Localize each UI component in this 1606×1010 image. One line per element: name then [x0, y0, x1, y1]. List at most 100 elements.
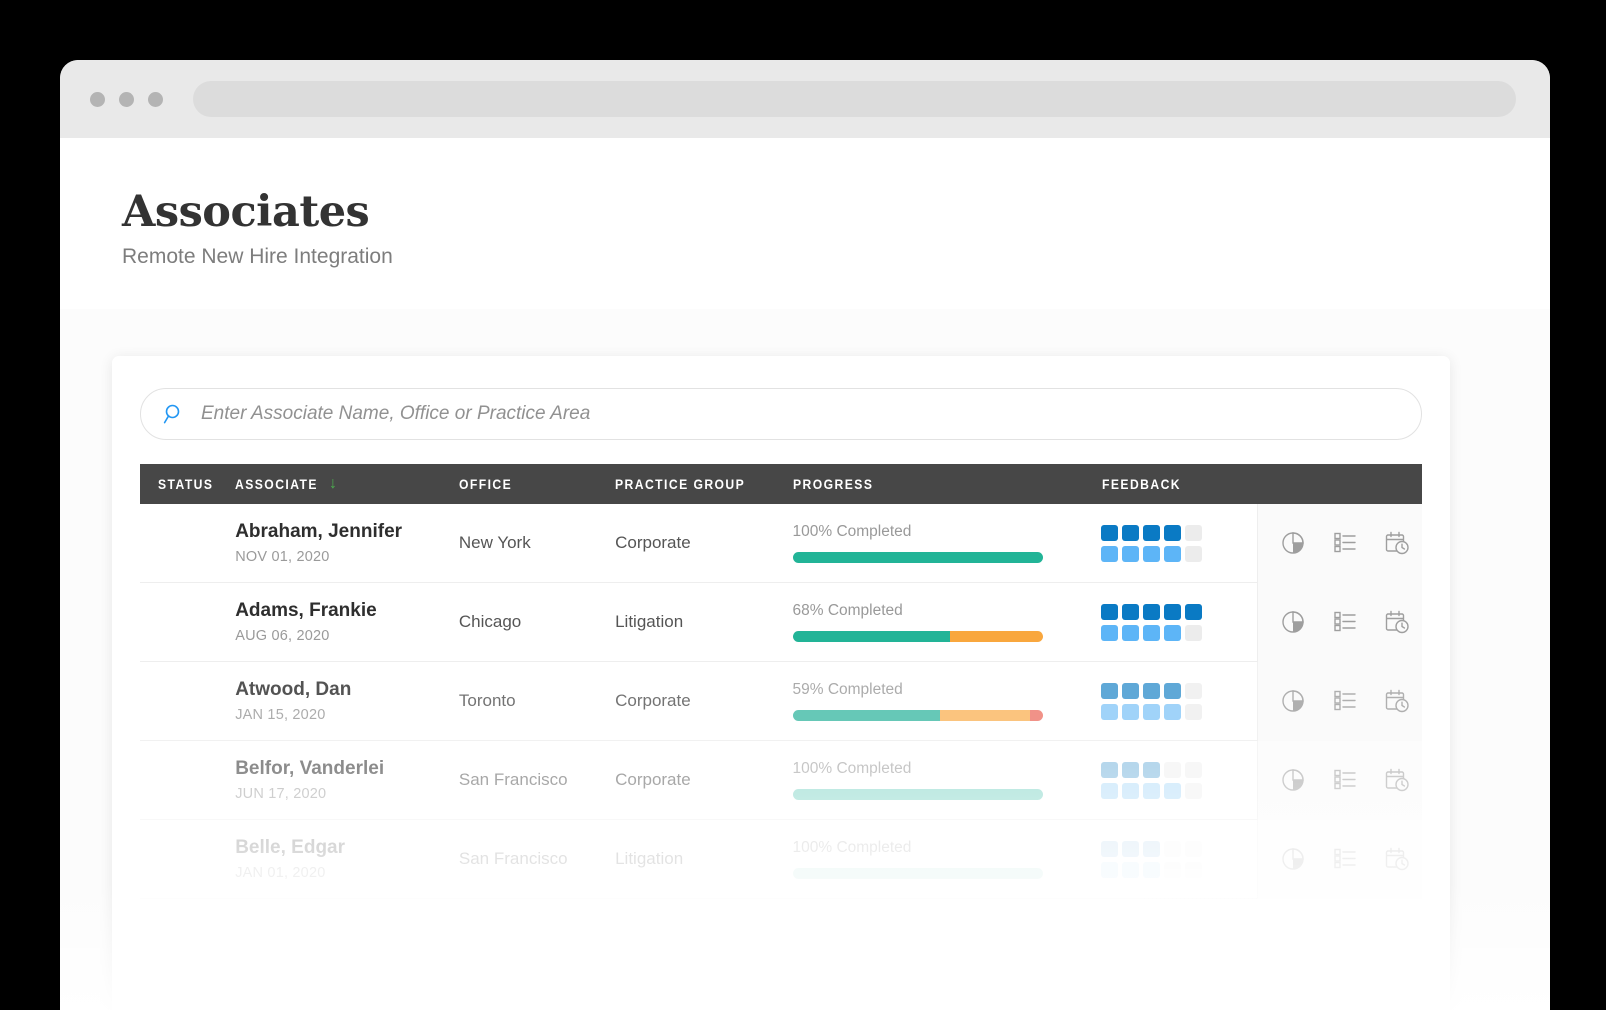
progress-segment: [950, 631, 1043, 642]
feedback-row-bottom: [1101, 704, 1257, 720]
calendar-clock-icon[interactable]: [1384, 767, 1410, 793]
maximize-window-dot[interactable]: [148, 92, 163, 107]
progress-segment: [793, 631, 951, 642]
column-header-practice-group[interactable]: PRACTICE GROUP: [615, 477, 775, 492]
feedback-square: [1185, 762, 1202, 778]
table-body: Abraham, JenniferNOV 01, 2020New YorkCor…: [140, 504, 1422, 899]
feedback-square: [1143, 704, 1160, 720]
status-cell: [140, 613, 235, 631]
url-bar[interactable]: [193, 81, 1516, 117]
close-window-dot[interactable]: [90, 92, 105, 107]
browser-window: Associates Remote New Hire Integration: [60, 60, 1550, 1010]
practice-group-cell: Litigation: [615, 849, 792, 869]
pie-chart-icon[interactable]: [1280, 688, 1306, 714]
window-controls: [90, 92, 163, 107]
search-input[interactable]: [201, 403, 1399, 425]
list-icon[interactable]: [1332, 688, 1358, 714]
feedback-square: [1143, 525, 1160, 541]
actions-cell: [1257, 504, 1422, 583]
feedback-square: [1164, 546, 1181, 562]
associate-cell[interactable]: Atwood, DanJAN 15, 2020: [235, 679, 459, 724]
feedback-square: [1164, 841, 1181, 857]
feedback-square: [1185, 546, 1202, 562]
list-icon[interactable]: [1332, 846, 1358, 872]
calendar-clock-icon[interactable]: [1384, 846, 1410, 872]
feedback-square: [1143, 625, 1160, 641]
feedback-grid: [1101, 841, 1257, 878]
associate-cell[interactable]: Abraham, JenniferNOV 01, 2020: [235, 521, 459, 566]
status-cell: [140, 534, 235, 552]
table-row[interactable]: Adams, FrankieAUG 06, 2020ChicagoLitigat…: [140, 583, 1422, 662]
pie-chart-icon[interactable]: [1280, 846, 1306, 872]
associate-name: Adams, Frankie: [235, 600, 459, 622]
table-row[interactable]: Abraham, JenniferNOV 01, 2020New YorkCor…: [140, 504, 1422, 583]
progress-cell: 100% Completed: [793, 839, 1102, 879]
feedback-square: [1122, 841, 1139, 857]
column-header-associate[interactable]: ASSOCIATE ↓: [235, 475, 436, 493]
pie-chart-icon[interactable]: [1280, 767, 1306, 793]
feedback-row-bottom: [1101, 625, 1257, 641]
calendar-clock-icon[interactable]: [1384, 609, 1410, 635]
feedback-square: [1185, 525, 1202, 541]
pie-chart-icon[interactable]: [1280, 609, 1306, 635]
associates-card: STATUS ASSOCIATE ↓ OFFICE PRACTICE GROUP…: [112, 356, 1450, 1010]
associate-name: Belfor, Vanderlei: [235, 758, 459, 780]
calendar-clock-icon[interactable]: [1384, 530, 1410, 556]
page-header: Associates Remote New Hire Integration: [60, 138, 1550, 309]
feedback-square: [1101, 525, 1118, 541]
feedback-square: [1101, 604, 1118, 620]
associate-cell[interactable]: Adams, FrankieAUG 06, 2020: [235, 600, 459, 645]
progress-segment: [793, 868, 1043, 879]
feedback-square: [1122, 783, 1139, 799]
column-header-progress[interactable]: PROGRESS: [793, 477, 1071, 492]
feedback-square: [1122, 604, 1139, 620]
feedback-grid: [1101, 604, 1257, 641]
feedback-square: [1164, 862, 1181, 878]
search-bar[interactable]: [140, 388, 1422, 440]
feedback-square: [1101, 762, 1118, 778]
table-row[interactable]: Belfor, VanderleiJUN 17, 2020San Francis…: [140, 741, 1422, 820]
associate-cell[interactable]: Belfor, VanderleiJUN 17, 2020: [235, 758, 459, 803]
feedback-cell: [1101, 525, 1257, 562]
progress-segment: [793, 552, 1043, 563]
column-header-office[interactable]: OFFICE: [459, 477, 600, 492]
practice-group-cell: Corporate: [615, 533, 792, 553]
progress-label: 59% Completed: [793, 681, 1102, 699]
feedback-row-top: [1101, 604, 1257, 620]
associate-name: Belle, Edgar: [235, 837, 459, 859]
progress-bar: [793, 789, 1043, 800]
feedback-cell: [1101, 841, 1257, 878]
list-icon[interactable]: [1332, 609, 1358, 635]
table-row[interactable]: Belle, EdgarJAN 01, 2020San FranciscoLit…: [140, 820, 1422, 899]
progress-bar: [793, 868, 1043, 879]
list-icon[interactable]: [1332, 767, 1358, 793]
table-header-row: STATUS ASSOCIATE ↓ OFFICE PRACTICE GROUP…: [140, 464, 1422, 504]
column-header-status[interactable]: STATUS: [140, 477, 226, 492]
column-header-feedback[interactable]: FEEDBACK: [1102, 477, 1243, 492]
pie-chart-icon[interactable]: [1280, 530, 1306, 556]
feedback-square: [1164, 604, 1181, 620]
table-row[interactable]: Atwood, DanJAN 15, 2020TorontoCorporate5…: [140, 662, 1422, 741]
feedback-square: [1101, 625, 1118, 641]
feedback-square: [1122, 704, 1139, 720]
progress-segment: [940, 710, 1030, 721]
calendar-clock-icon[interactable]: [1384, 688, 1410, 714]
associate-cell[interactable]: Belle, EdgarJAN 01, 2020: [235, 837, 459, 882]
feedback-square: [1164, 783, 1181, 799]
feedback-square: [1185, 625, 1202, 641]
feedback-square: [1143, 604, 1160, 620]
minimize-window-dot[interactable]: [119, 92, 134, 107]
list-icon[interactable]: [1332, 530, 1358, 556]
feedback-grid: [1101, 525, 1257, 562]
feedback-square: [1164, 525, 1181, 541]
feedback-square: [1122, 862, 1139, 878]
feedback-square: [1101, 546, 1118, 562]
actions-cell: [1257, 583, 1422, 662]
progress-segment: [793, 789, 1043, 800]
status-cell: [140, 692, 235, 710]
page-title: Associates: [122, 190, 1550, 235]
page-subtitle: Remote New Hire Integration: [122, 245, 1550, 269]
feedback-row-top: [1101, 525, 1257, 541]
feedback-square: [1185, 862, 1202, 878]
sort-descending-icon[interactable]: ↓: [329, 475, 339, 493]
